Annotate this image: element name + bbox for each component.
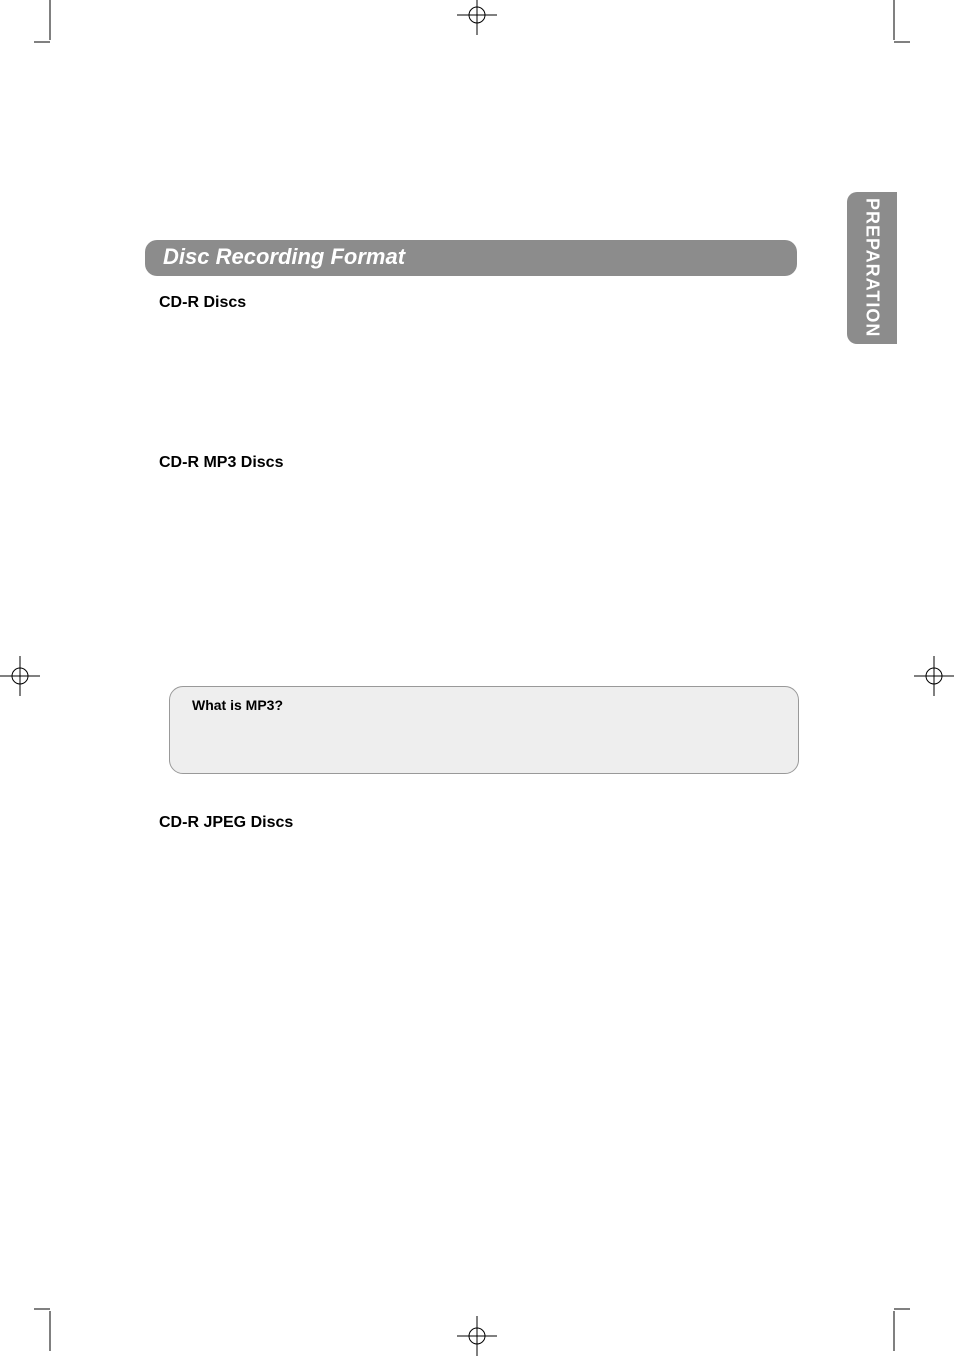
registration-mark-right: [914, 656, 954, 696]
section-tab-label: PREPARATION: [862, 198, 883, 337]
content-gap: [145, 472, 797, 686]
registration-mark-bottom: [457, 1316, 497, 1356]
subheading-jpeg: CD-R JPEG Discs: [159, 814, 797, 832]
section-title: Disc Recording Format: [163, 244, 405, 269]
page-content: Disc Recording Format CD-R Discs CD-R MP…: [145, 240, 797, 1309]
subheading-mp3: CD-R MP3 Discs: [159, 454, 797, 472]
callout-title: What is MP3?: [192, 697, 776, 713]
section-heading-bar: Disc Recording Format: [145, 240, 797, 276]
section-tab-preparation: PREPARATION: [847, 192, 897, 344]
content-gap: [145, 312, 797, 450]
page-frame: PREPARATION Disc Recording Format CD-R D…: [47, 42, 897, 1309]
callout-what-is-mp3: What is MP3?: [169, 686, 799, 774]
registration-mark-top: [457, 0, 497, 35]
subheading-cdr: CD-R Discs: [159, 294, 797, 312]
registration-mark-left: [0, 656, 40, 696]
